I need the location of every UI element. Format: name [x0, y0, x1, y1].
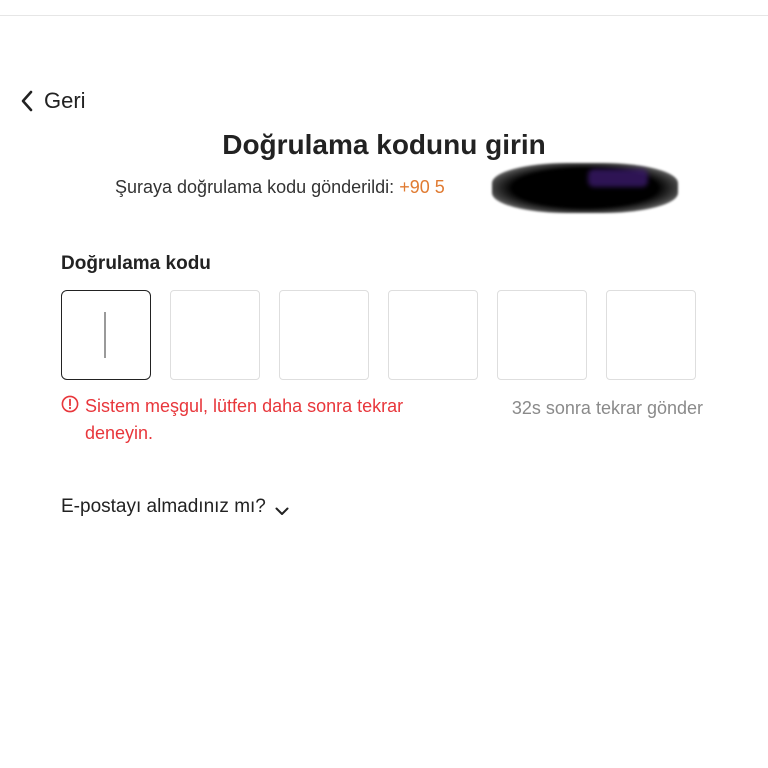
top-divider [0, 15, 768, 16]
code-digit-1[interactable] [61, 290, 151, 380]
code-field-label: Doğrulama kodu [61, 253, 211, 274]
text-caret [104, 312, 106, 358]
email-not-received-label: E-postayı almadınız mı? [61, 496, 266, 517]
code-digit-4[interactable] [388, 290, 478, 380]
code-digit-3[interactable] [279, 290, 369, 380]
error-message: Sistem meşgul, lütfen daha sonra tekrar … [61, 393, 461, 447]
sent-to-text: Şuraya doğrulama kodu gönderildi: +90 5 [115, 174, 445, 200]
chevron-left-icon [18, 88, 36, 114]
code-digit-2[interactable] [170, 290, 260, 380]
redaction-tint [588, 169, 648, 187]
sent-to-prefix: Şuraya doğrulama kodu gönderildi: [115, 177, 395, 197]
code-input-group [61, 290, 696, 380]
verification-page: Geri Doğrulama kodunu girin Şuraya doğru… [0, 0, 768, 768]
page-title: Doğrulama kodunu girin [222, 129, 546, 160]
phone-number: +90 5 [399, 177, 445, 197]
code-digit-5[interactable] [497, 290, 587, 380]
chevron-down-icon [274, 501, 290, 517]
code-digit-6[interactable] [606, 290, 696, 380]
error-circle-icon [61, 395, 79, 413]
resend-countdown: 32s sonra tekrar gönder [511, 398, 703, 418]
email-not-received-toggle[interactable]: E-postayı almadınız mı? [61, 494, 290, 520]
back-label: Geri [44, 88, 86, 113]
back-button[interactable]: Geri [18, 88, 86, 114]
redaction-scribble [492, 163, 678, 213]
error-text: Sistem meşgul, lütfen daha sonra tekrar … [85, 396, 404, 443]
